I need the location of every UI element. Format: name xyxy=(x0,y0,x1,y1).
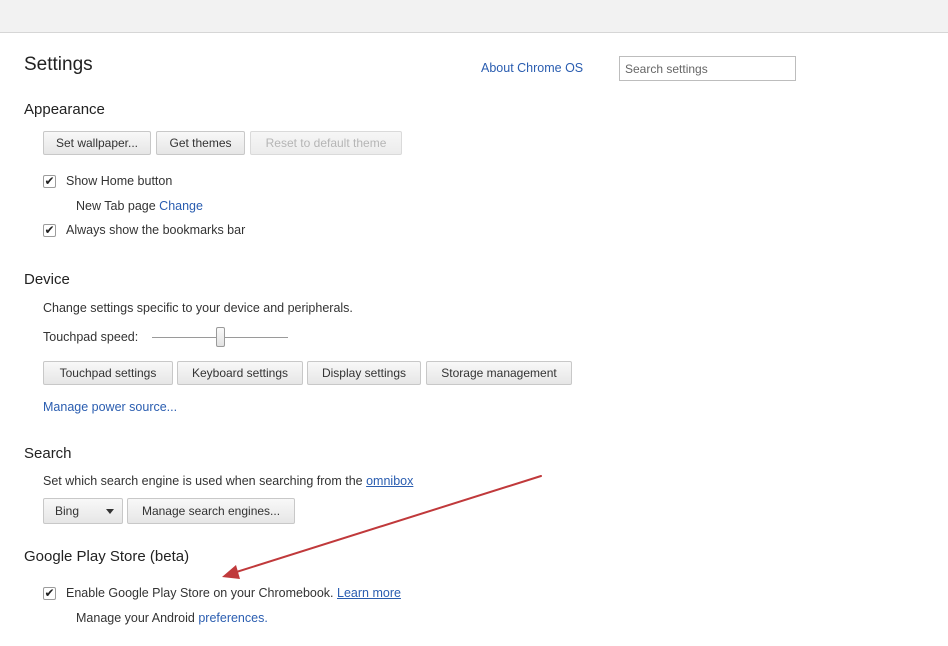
annotation-arrow-icon xyxy=(222,475,542,579)
